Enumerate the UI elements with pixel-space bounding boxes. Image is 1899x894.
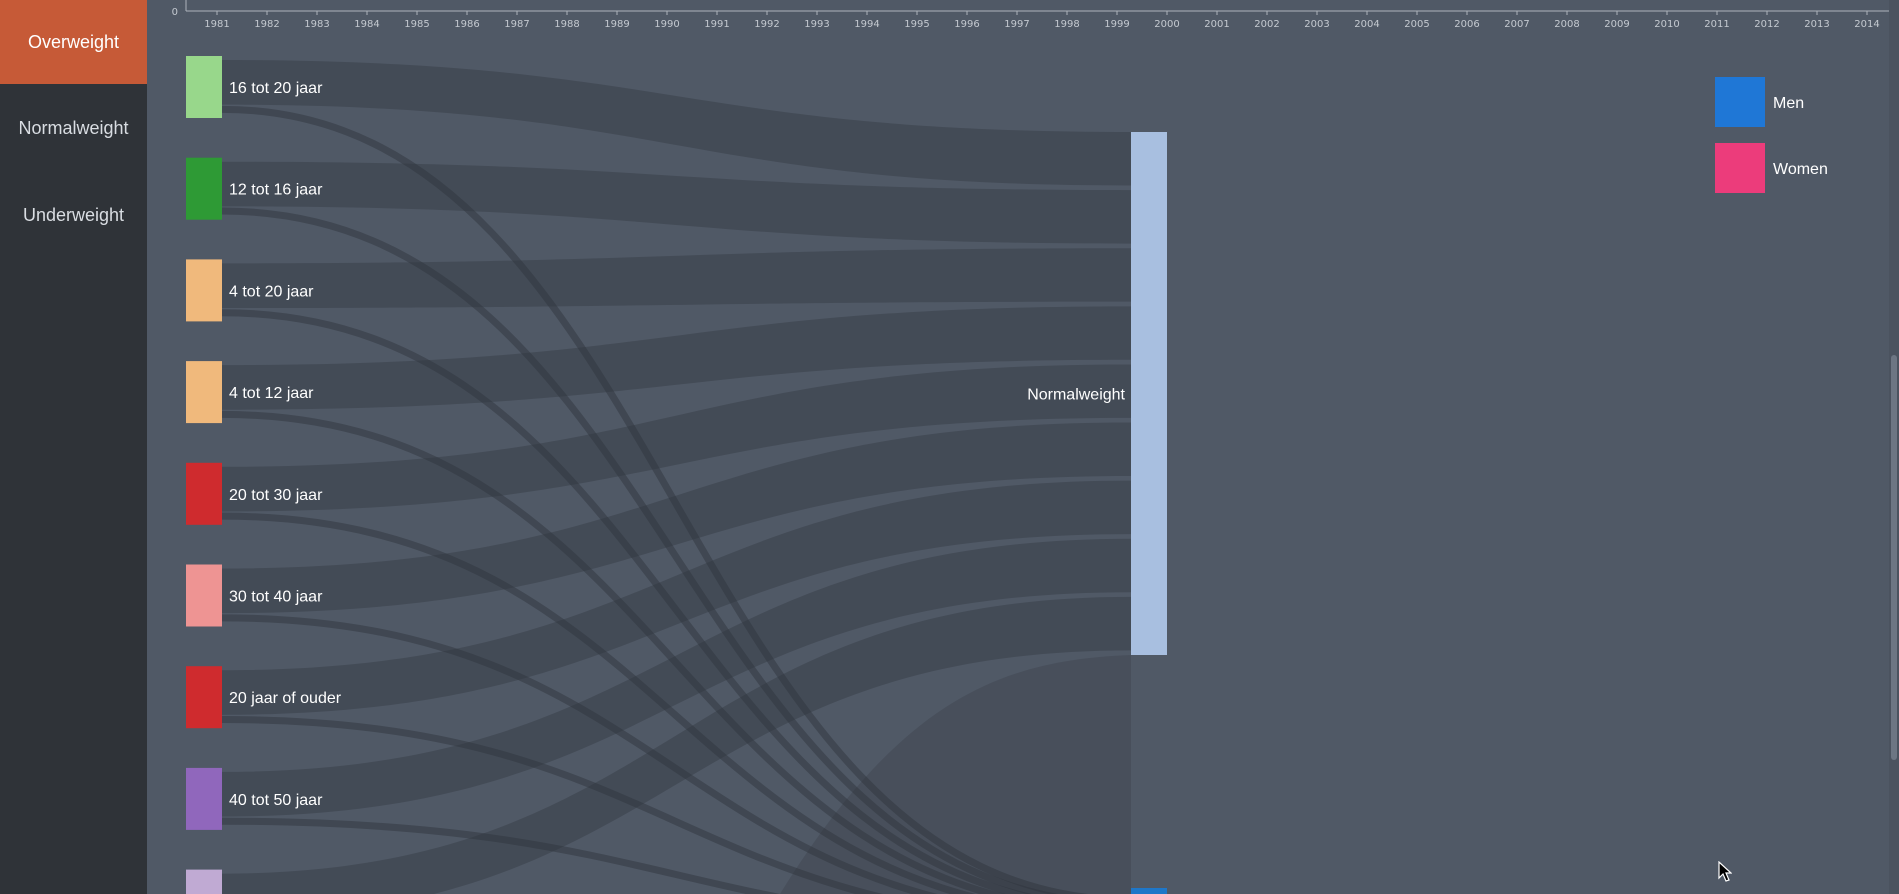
source-node-label: 4 tot 20 jaar xyxy=(229,283,314,300)
source-node-label: 20 tot 30 jaar xyxy=(229,487,323,504)
source-node[interactable] xyxy=(186,869,222,894)
source-node[interactable] xyxy=(186,361,222,424)
axis-tick-label: 2000 xyxy=(1154,19,1179,30)
axis-tick-label: 1990 xyxy=(654,19,679,30)
source-node-label: 40 tot 50 jaar xyxy=(229,792,323,809)
source-node[interactable] xyxy=(186,157,222,220)
axis-tick-label: 2005 xyxy=(1404,19,1429,30)
axis-tick-label: 2006 xyxy=(1454,19,1479,30)
axis-tick-label: 1994 xyxy=(854,19,879,30)
sankey-link xyxy=(222,248,1131,309)
scrollbar-thumb[interactable] xyxy=(1891,355,1897,760)
axis-tick-label: 2011 xyxy=(1704,19,1729,30)
source-node-label: 30 tot 40 jaar xyxy=(229,589,323,606)
axis-tick-label: 2004 xyxy=(1354,19,1379,30)
axis-tick-label: 1988 xyxy=(554,19,579,30)
mouse-cursor-icon xyxy=(1718,861,1732,882)
axis-tick-label: 1984 xyxy=(354,19,379,30)
legend: Men Women xyxy=(1715,77,1828,193)
axis-tick-label: 2012 xyxy=(1754,19,1779,30)
axis-tick-label: 1997 xyxy=(1004,19,1029,30)
legend-swatch xyxy=(1715,143,1765,193)
legend-label: Men xyxy=(1773,95,1804,112)
axis-tick-label: 1991 xyxy=(704,19,729,30)
legend-swatch xyxy=(1715,77,1765,127)
source-node-label: 12 tot 16 jaar xyxy=(229,182,323,199)
target-node-label: Normalweight xyxy=(1027,387,1125,404)
axis-tick-label: 2003 xyxy=(1304,19,1329,30)
axis-tick-label: 1987 xyxy=(504,19,529,30)
axis-tick-label: 2014 xyxy=(1854,19,1879,30)
source-node[interactable] xyxy=(186,564,222,627)
time-axis: 0 1981 1982 1983 1984 1985 1986 1987 1988 1989 199… xyxy=(172,0,1889,30)
axis-tick-label: 1996 xyxy=(954,19,979,30)
axis-tick-label: 2007 xyxy=(1504,19,1529,30)
axis-tick-label: 1983 xyxy=(304,19,329,30)
axis-tick-label: 1999 xyxy=(1104,19,1129,30)
source-node[interactable] xyxy=(186,259,222,322)
source-node[interactable] xyxy=(186,462,222,525)
axis-tick-label: 1982 xyxy=(254,19,279,30)
axis-tick-label: 1989 xyxy=(604,19,629,30)
source-node[interactable] xyxy=(186,56,222,118)
source-node-label: 4 tot 12 jaar xyxy=(229,385,314,402)
axis-zero-label: 0 xyxy=(172,7,178,18)
axis-tick-label: 2009 xyxy=(1604,19,1629,30)
target-node[interactable] xyxy=(1131,888,1167,894)
axis-tick-label: 2008 xyxy=(1554,19,1579,30)
axis-tick-label: 1995 xyxy=(904,19,929,30)
sankey-chart: 0 1981 1982 1983 1984 1985 1986 1987 1988 1989 199… xyxy=(172,0,1889,894)
source-node[interactable] xyxy=(186,666,222,729)
target-node-normalweight[interactable] xyxy=(1131,132,1167,655)
axis-tick-label: 1998 xyxy=(1054,19,1079,30)
axis-tick-label: 2013 xyxy=(1804,19,1829,30)
axis-tick-label: 1993 xyxy=(804,19,829,30)
axis-tick-label: 2001 xyxy=(1204,19,1229,30)
axis-tick-label: 1985 xyxy=(404,19,429,30)
legend-label: Women xyxy=(1773,161,1828,178)
axis-tick-label: 1992 xyxy=(754,19,779,30)
sankey-links xyxy=(221,60,1131,894)
axis-tick-label: 1981 xyxy=(204,19,229,30)
axis-tick-label: 2010 xyxy=(1654,19,1679,30)
axis-tick-label: 2002 xyxy=(1254,19,1279,30)
source-node[interactable] xyxy=(186,767,222,830)
source-node-label: 20 jaar of ouder xyxy=(229,690,342,707)
source-node-label: 16 tot 20 jaar xyxy=(229,80,323,97)
axis-tick-label: 1986 xyxy=(454,19,479,30)
